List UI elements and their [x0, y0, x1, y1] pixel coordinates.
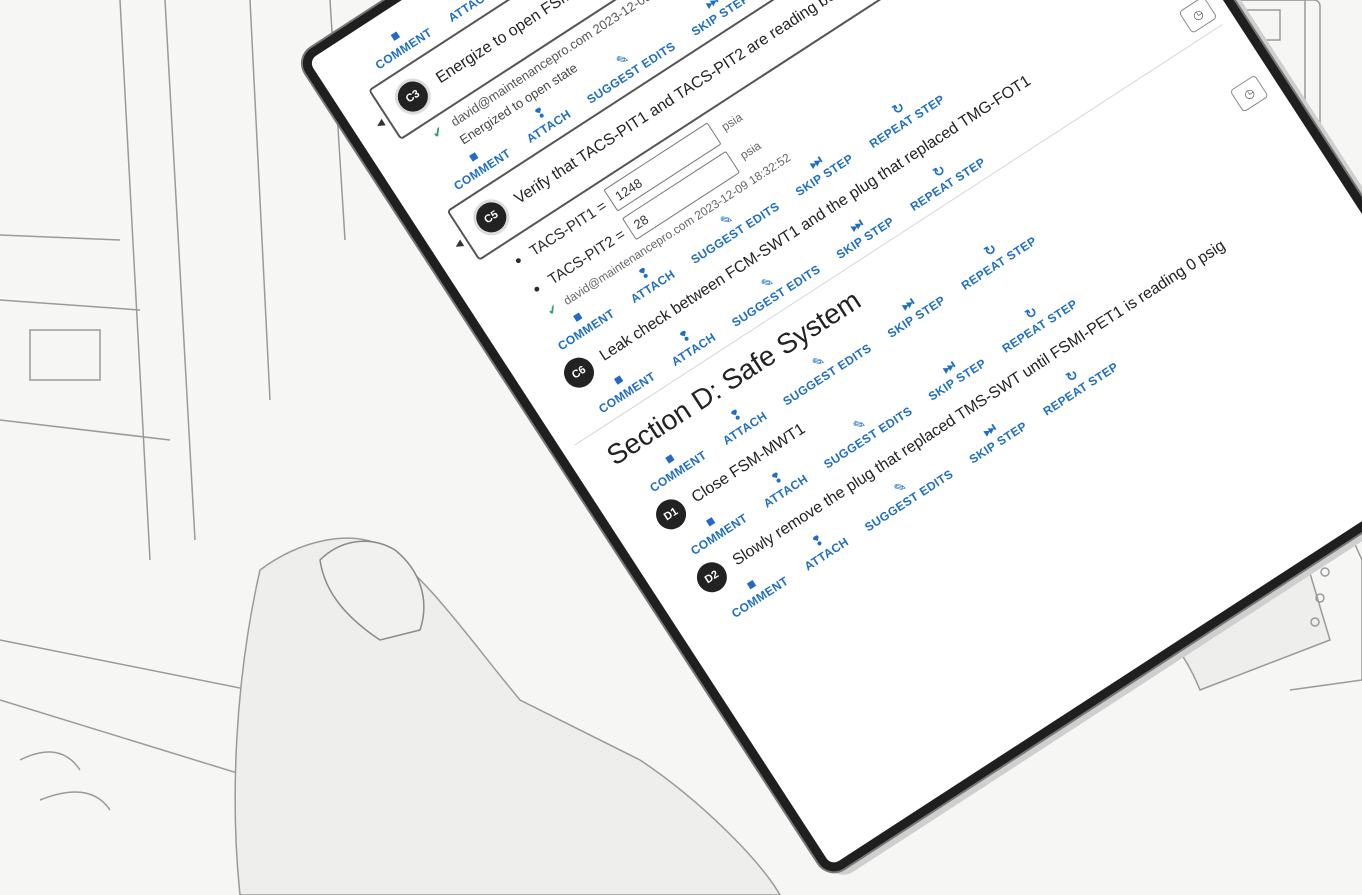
- photo-scene: ■COMMENT ❢ATTACH ✎SUGGEST EDITS ⏭SKIP ST…: [0, 0, 1362, 895]
- thumb-overlay: [319, 540, 425, 641]
